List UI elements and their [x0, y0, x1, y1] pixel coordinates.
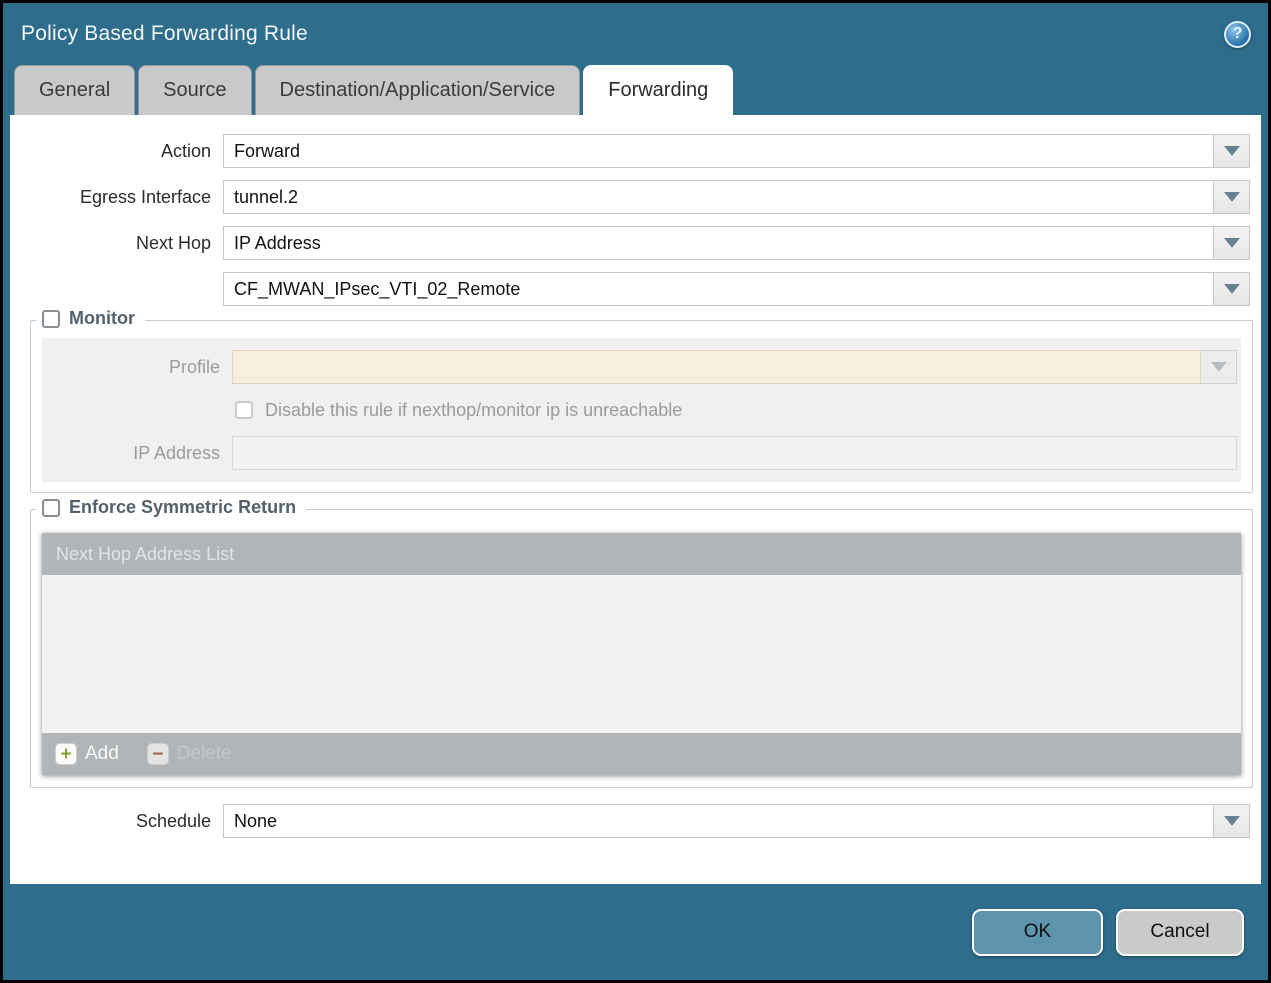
monitor-label: Monitor: [69, 308, 135, 329]
disable-rule-label: Disable this rule if nexthop/monitor ip …: [265, 400, 682, 421]
cancel-button[interactable]: Cancel: [1116, 909, 1244, 956]
ok-button[interactable]: OK: [972, 909, 1103, 956]
schedule-row: Schedule: [10, 804, 1261, 838]
egress-interface-row: Egress Interface: [10, 180, 1261, 214]
next-hop-address-combo: [223, 272, 1250, 306]
action-row: Action: [10, 134, 1261, 168]
plus-icon: +: [55, 743, 77, 765]
monitor-ip-address-label: IP Address: [42, 443, 232, 464]
next-hop-address-list-table: Next Hop Address List + Add − Delete: [42, 533, 1241, 775]
schedule-input[interactable]: [223, 804, 1214, 838]
tab-destination-application-service[interactable]: Destination/Application/Service: [255, 65, 581, 115]
profile-input: [232, 350, 1201, 384]
pbf-rule-dialog: Policy Based Forwarding Rule ? General S…: [3, 3, 1268, 980]
add-button-label: Add: [85, 743, 119, 765]
action-combo: [223, 134, 1250, 168]
minus-icon: −: [147, 743, 169, 765]
action-input[interactable]: [223, 134, 1214, 168]
monitor-ip-address-input: [232, 436, 1237, 470]
tab-source[interactable]: Source: [138, 65, 251, 115]
egress-interface-dropdown-button[interactable]: [1214, 180, 1250, 214]
monitor-ip-address-row: IP Address: [42, 436, 1241, 470]
profile-combo: [232, 350, 1237, 384]
delete-button-label: Delete: [177, 743, 232, 765]
next-hop-row: Next Hop: [10, 226, 1261, 260]
forwarding-tab-panel: Action Egress Interface Next Hop: [10, 115, 1261, 884]
monitor-panel: Profile Disable this rule if nexthop/mon…: [42, 338, 1241, 482]
enforce-symmetric-return-checkbox[interactable]: [42, 499, 60, 517]
dialog-footer: OK Cancel: [3, 884, 1268, 980]
schedule-label: Schedule: [10, 811, 223, 832]
next-hop-dropdown-button[interactable]: [1214, 226, 1250, 260]
profile-row: Profile: [42, 350, 1241, 384]
next-hop-address-list-header: Next Hop Address List: [42, 533, 1241, 575]
next-hop-address-row: [10, 272, 1261, 306]
next-hop-type-input[interactable]: [223, 226, 1214, 260]
tab-forwarding[interactable]: Forwarding: [583, 65, 733, 115]
schedule-combo: [223, 804, 1250, 838]
next-hop-address-list-toolbar: + Add − Delete: [42, 733, 1241, 775]
disable-rule-row: Disable this rule if nexthop/monitor ip …: [235, 396, 1241, 424]
next-hop-address-input[interactable]: [223, 272, 1214, 306]
monitor-legend: Monitor: [36, 308, 145, 329]
add-button[interactable]: + Add: [55, 743, 119, 765]
monitor-checkbox[interactable]: [42, 310, 60, 328]
chevron-down-icon: [1224, 146, 1240, 156]
profile-dropdown-button: [1201, 350, 1237, 384]
next-hop-address-list-body: [42, 575, 1241, 733]
title-bar: Policy Based Forwarding Rule ?: [3, 3, 1268, 65]
chevron-down-icon: [1224, 816, 1240, 826]
disable-rule-checkbox: [235, 401, 253, 419]
next-hop-address-dropdown-button[interactable]: [1214, 272, 1250, 306]
chevron-down-icon: [1224, 284, 1240, 294]
next-hop-combo: [223, 226, 1250, 260]
enforce-symmetric-return-label: Enforce Symmetric Return: [69, 497, 296, 518]
tab-general[interactable]: General: [14, 65, 135, 115]
help-icon[interactable]: ?: [1224, 21, 1251, 48]
dialog-title: Policy Based Forwarding Rule: [21, 22, 308, 46]
enforce-symmetric-return-legend: Enforce Symmetric Return: [36, 497, 306, 518]
action-label: Action: [10, 141, 223, 162]
egress-interface-combo: [223, 180, 1250, 214]
delete-button: − Delete: [147, 743, 232, 765]
schedule-dropdown-button[interactable]: [1214, 804, 1250, 838]
action-dropdown-button[interactable]: [1214, 134, 1250, 168]
chevron-down-icon: [1224, 238, 1240, 248]
chevron-down-icon: [1211, 362, 1227, 372]
tab-bar: General Source Destination/Application/S…: [3, 65, 1268, 115]
chevron-down-icon: [1224, 192, 1240, 202]
egress-interface-label: Egress Interface: [10, 187, 223, 208]
profile-label: Profile: [42, 357, 232, 378]
monitor-groupbox: Monitor Profile Disable this rule if nex…: [30, 320, 1253, 493]
egress-interface-input[interactable]: [223, 180, 1214, 214]
enforce-symmetric-return-groupbox: Enforce Symmetric Return Next Hop Addres…: [30, 509, 1253, 788]
next-hop-label: Next Hop: [10, 233, 223, 254]
